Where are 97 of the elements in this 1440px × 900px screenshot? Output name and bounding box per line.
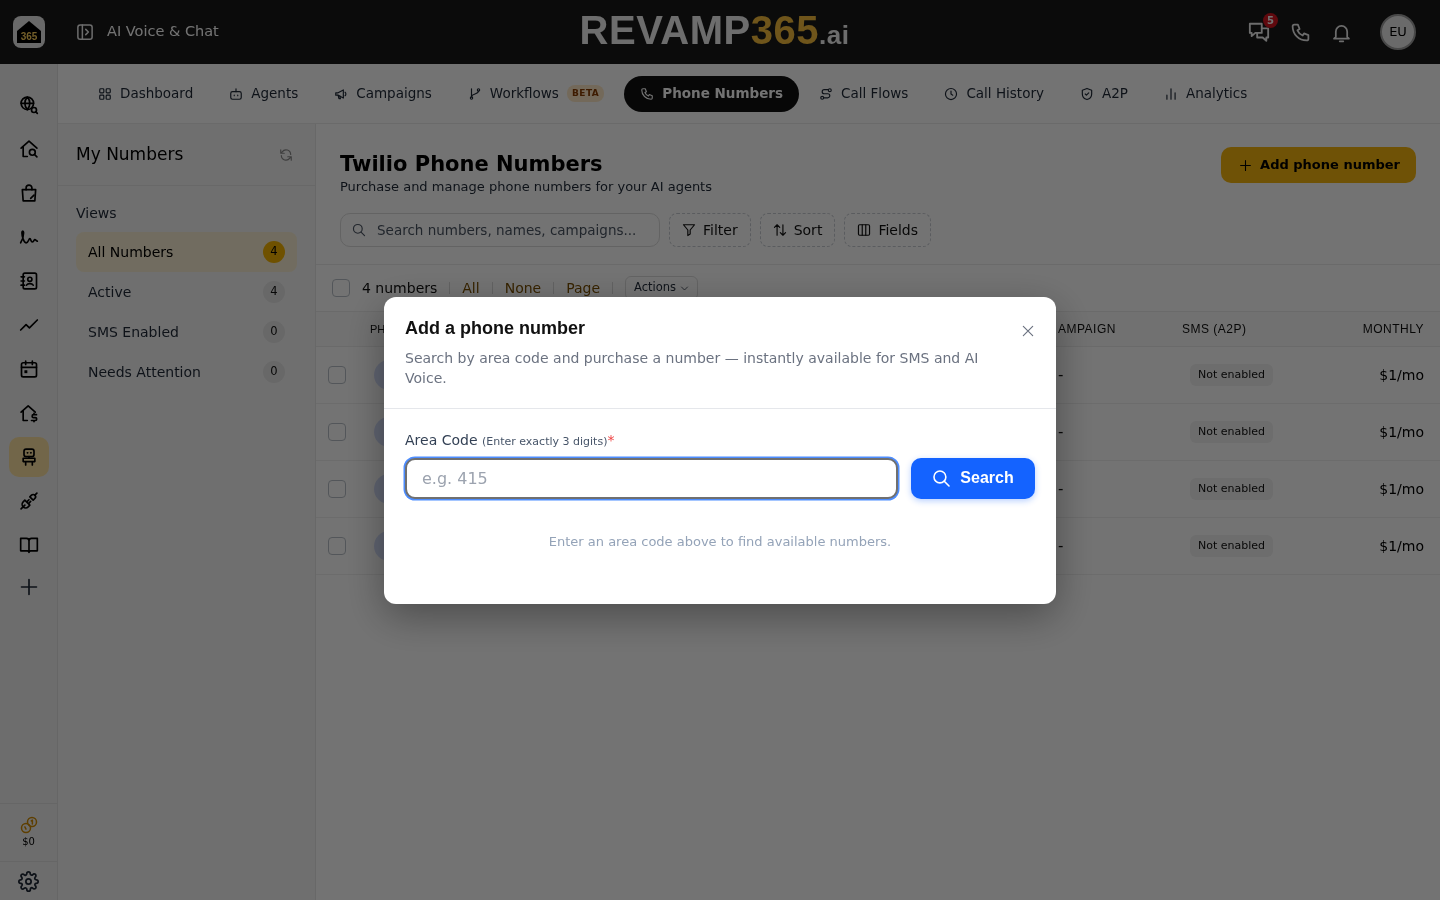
- plug-icon: [18, 491, 39, 511]
- select-link[interactable]: All: [462, 277, 480, 299]
- columns-icon: [857, 223, 872, 237]
- grid-icon: [98, 86, 112, 101]
- nav-tab[interactable]: Agents: [213, 75, 315, 112]
- chevron-down-icon: [680, 283, 690, 293]
- search-field[interactable]: Search numbers, names, campaigns...: [340, 213, 660, 247]
- column-header: MONTHLY: [1362, 322, 1424, 337]
- house-dollar-icon: [18, 403, 39, 423]
- checkbox[interactable]: [328, 537, 346, 555]
- credit-balance: $0: [22, 836, 35, 848]
- actions-dropdown[interactable]: Actions: [625, 276, 699, 300]
- panel-title: My Numbers: [76, 142, 184, 166]
- status-badge: Not enabled: [1190, 477, 1274, 501]
- status-badge: Not enabled: [1190, 363, 1274, 387]
- calendar-icon: [18, 359, 39, 379]
- phone-icon: [640, 86, 655, 101]
- nav-tab[interactable]: Analytics: [1147, 75, 1264, 112]
- view-item[interactable]: All Numbers 4: [76, 232, 297, 272]
- toolbar-button[interactable]: Filter: [669, 213, 751, 247]
- toolbar-button[interactable]: Fields: [844, 213, 931, 247]
- sidebar-nav-button[interactable]: [8, 437, 49, 477]
- view-item[interactable]: SMS Enabled 0: [76, 312, 297, 352]
- search-icon: [932, 468, 952, 488]
- add-phone-button[interactable]: Add phone number: [1221, 147, 1416, 183]
- sort-icon: [772, 223, 787, 237]
- clock-icon: [944, 86, 959, 101]
- dialog-title: Add a phone number: [405, 316, 586, 340]
- page-subtitle: Purchase and manage phone numbers for your AI agents: [340, 178, 712, 196]
- contact-book-icon: [18, 271, 39, 291]
- status-badge: Not enabled: [1190, 534, 1274, 558]
- table-cell: -: [1058, 536, 1064, 555]
- table-cell: $1/mo: [1379, 423, 1424, 440]
- checkbox[interactable]: [328, 480, 346, 498]
- search-icon: [352, 223, 366, 237]
- column-header: SMS (A2P): [1182, 322, 1247, 337]
- count-badge: 0: [263, 361, 285, 383]
- status-badge: Not enabled: [1190, 420, 1274, 444]
- nav-tab[interactable]: Workflows BETA: [451, 75, 621, 112]
- table-cell: -: [1058, 365, 1064, 384]
- nav-tab[interactable]: Call Flows: [803, 75, 925, 112]
- globe-search-icon: [18, 95, 39, 115]
- coins-icon: [19, 816, 38, 834]
- table-cell: $1/mo: [1379, 366, 1424, 383]
- refresh-icon[interactable]: [279, 147, 293, 162]
- checkbox[interactable]: [332, 279, 350, 297]
- count-badge: 4: [263, 241, 285, 263]
- bar-chart-icon: [1163, 86, 1178, 101]
- selection-count: 4 numbers: [362, 278, 438, 298]
- plus-icon: [1239, 158, 1253, 172]
- app-logo[interactable]: 365: [13, 16, 45, 48]
- table-cell: -: [1058, 479, 1064, 498]
- nav-tab[interactable]: Phone Numbers: [624, 75, 800, 112]
- sidebar-toggle-icon[interactable]: [76, 23, 94, 41]
- toolbar-button[interactable]: Sort: [759, 213, 836, 247]
- open-book-icon: [18, 535, 39, 555]
- shield-check-icon: [1079, 86, 1094, 101]
- signature-icon: [18, 227, 39, 247]
- empty-message: Enter an area code above to find available numbers.: [547, 532, 893, 551]
- robot-head-icon: [229, 86, 244, 101]
- checkbox[interactable]: [328, 423, 346, 441]
- nav-tab[interactable]: Call History: [928, 75, 1060, 112]
- page-title: Twilio Phone Numbers: [340, 151, 604, 178]
- close-icon[interactable]: [1021, 323, 1035, 338]
- brand-wordmark: REVAMP365.ai: [579, 7, 850, 54]
- search-button[interactable]: Search: [911, 457, 1035, 499]
- beta-badge: BETA: [566, 84, 605, 103]
- notification-badge: 5: [1263, 13, 1278, 28]
- select-link[interactable]: None: [504, 277, 542, 299]
- nav-tab[interactable]: Dashboard: [82, 75, 210, 112]
- user-avatar[interactable]: EU: [1380, 14, 1416, 50]
- field-label: Area Code (Enter exactly 3 digits)*: [405, 430, 616, 450]
- table-cell: $1/mo: [1379, 480, 1424, 497]
- column-header: PH: [370, 323, 386, 336]
- add-icon[interactable]: [18, 577, 39, 597]
- settings-icon[interactable]: [18, 871, 39, 892]
- view-item[interactable]: Needs Attention 0: [76, 352, 297, 392]
- checkbox[interactable]: [328, 366, 346, 384]
- branch-icon: [467, 86, 482, 101]
- select-link[interactable]: Page: [566, 277, 601, 299]
- count-badge: 0: [263, 321, 285, 343]
- section-heading: Views: [76, 204, 118, 223]
- app-title: AI Voice & Chat: [107, 22, 219, 42]
- filter-icon: [682, 223, 696, 237]
- phone-icon[interactable]: [1290, 21, 1311, 43]
- nav-tab[interactable]: Campaigns: [318, 75, 448, 112]
- table-cell: $1/mo: [1379, 537, 1424, 554]
- view-item[interactable]: Active 4: [76, 272, 297, 312]
- dialog-description: Search by area code and purchase a number — instantly available for SMS and AI Voice.: [405, 348, 980, 388]
- table-cell: -: [1058, 422, 1064, 441]
- house-search-icon: [18, 139, 39, 159]
- area-code-input[interactable]: e.g. 415: [405, 457, 898, 499]
- route-icon: [819, 86, 834, 101]
- nav-tab[interactable]: A2P: [1063, 75, 1144, 112]
- column-header: AMPAIGN: [1058, 322, 1116, 337]
- megaphone-icon: [334, 86, 349, 101]
- count-badge: 4: [263, 281, 285, 303]
